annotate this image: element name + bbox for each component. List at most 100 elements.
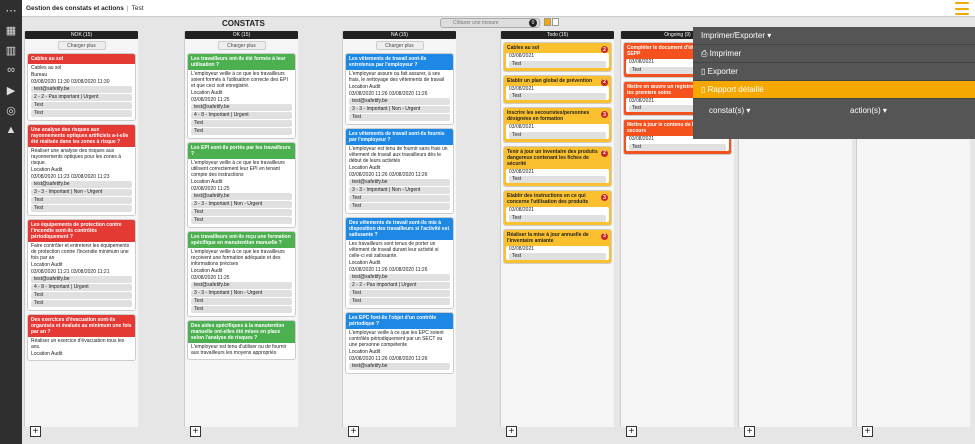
card-tag[interactable]: Test — [509, 131, 606, 139]
target-icon[interactable]: ◎ — [0, 100, 22, 120]
card-user[interactable]: test@safetify.be — [31, 181, 132, 188]
card-tag[interactable]: Test — [31, 110, 132, 117]
add-card-button[interactable]: + — [744, 426, 755, 437]
card-tag[interactable]: Test — [629, 143, 726, 151]
card-user[interactable]: test@safetify.be — [349, 98, 450, 105]
kanban-card[interactable]: Les vêtements de travail sont-ils fourni… — [345, 128, 454, 214]
menu-item-constats[interactable]: constat(s) ▾ — [693, 106, 834, 115]
card-tag[interactable]: Test — [509, 93, 606, 100]
kanban-card[interactable]: Une analyse des risques aux rayonnements… — [27, 124, 136, 216]
card-priority[interactable]: 4 - 8 - Important | Urgent — [31, 284, 132, 291]
card-priority[interactable]: 2 - 2 - Pas important | Urgent — [31, 94, 132, 101]
card-tag[interactable]: Test — [31, 292, 132, 299]
kanban-card[interactable]: Les EPI sont-ils portés par les travaill… — [187, 142, 296, 228]
file-icon: ▯ — [701, 67, 708, 76]
card-tag[interactable]: Test — [349, 203, 450, 210]
add-card-button[interactable]: + — [506, 426, 517, 437]
kanban-card[interactable]: Les équipements de protection contre l'i… — [27, 219, 136, 311]
add-card-button[interactable]: + — [190, 426, 201, 437]
card-tag[interactable]: Test — [509, 253, 606, 260]
export-label: Exporter — [707, 67, 738, 76]
column-0: NOK (15) Charger plus Cables au sol Cables … — [24, 31, 138, 427]
card-user[interactable]: test@safetify.be — [191, 104, 292, 111]
kanban-card[interactable]: Inscrire les secouristes/personnes désig… — [503, 107, 612, 143]
card-tag[interactable]: Test — [349, 290, 450, 297]
menu-item-export[interactable]: ▯ Exporter — [693, 63, 975, 81]
add-card-button[interactable]: + — [862, 426, 873, 437]
card-user[interactable]: test@safetify.be — [191, 282, 292, 289]
card-tag[interactable]: Test — [509, 60, 606, 68]
menu-item-actions[interactable]: action(s) ▾ — [834, 106, 975, 115]
card-user[interactable]: test@safetify.be — [349, 363, 450, 370]
kanban-card[interactable]: Des aides spécifiques à la manutention m… — [187, 320, 296, 360]
card-title: Inscrire les secouristes/personnes désig… — [504, 108, 611, 124]
menu-item-print[interactable]: ⎙ Imprimer — [693, 45, 975, 63]
card-priority[interactable]: 4 - 8 - Important | Urgent — [191, 112, 292, 119]
card-tag[interactable]: Test — [191, 298, 292, 305]
add-card-button[interactable]: + — [348, 426, 359, 437]
grid-view-icon[interactable] — [544, 18, 551, 26]
card-priority[interactable]: 3 - 3 - Important | Non - Urgent — [191, 290, 292, 297]
card-priority[interactable]: 3 - 3 - Important | Non - Urgent — [191, 201, 292, 208]
close-measure-button[interactable]: Clôturer une mesure 0 — [440, 18, 540, 28]
kanban-card[interactable]: Etablir un plan global de prévention 2 03/… — [503, 74, 612, 104]
kanban-card[interactable]: Cables au sol 2 03/08/2021 Test — [503, 42, 612, 72]
card-user[interactable]: test@safetify.be — [349, 179, 450, 186]
card-tag[interactable]: Test — [349, 114, 450, 121]
card-priority[interactable]: 3 - 3 - Important | Non - Urgent — [31, 189, 132, 196]
card-tag[interactable]: Test — [349, 298, 450, 305]
card-dates: 03/08/2021 — [509, 53, 535, 59]
add-card-button[interactable]: + — [626, 426, 637, 437]
list-view-icon[interactable] — [552, 18, 559, 26]
card-tag[interactable]: Test — [509, 176, 606, 183]
card-tag[interactable]: Test — [31, 300, 132, 307]
kanban-card[interactable]: Réaliser la mise à jour annuelle de l'in… — [503, 228, 612, 264]
binoculars-icon[interactable]: ∞ — [0, 60, 22, 80]
kanban-card[interactable]: Les travailleurs ont-ils reçu une format… — [187, 231, 296, 317]
load-more-button[interactable]: Charger plus — [217, 41, 266, 50]
card-tag[interactable]: Test — [349, 195, 450, 202]
card-tag[interactable]: Test — [191, 209, 292, 216]
building-icon[interactable]: ▦ — [0, 20, 22, 40]
card-priority[interactable]: 3 - 3 - Important | Non - Urgent — [349, 187, 450, 194]
add-card-button[interactable]: + — [30, 426, 41, 437]
card-tag[interactable]: Test — [191, 128, 292, 135]
card-description: L'employeur assure ou fait assurer, à se… — [349, 71, 445, 83]
load-more-button[interactable]: Charger plus — [375, 41, 424, 50]
card-tag[interactable]: Test — [31, 197, 132, 204]
card-user[interactable]: test@safetify.be — [349, 274, 450, 281]
kanban-card[interactable]: Des exercices d'évacuation sont-ils orga… — [27, 314, 136, 361]
kanban-card[interactable]: Des vêtements de travail sont-ils mis à … — [345, 217, 454, 309]
card-tag[interactable]: Test — [191, 306, 292, 313]
kanban-card[interactable]: Les EPC font-ils l'objet d'un contrôle p… — [345, 312, 454, 374]
kanban-card[interactable]: Les vêtements de travail sont-ils entret… — [345, 53, 454, 125]
kanban-card[interactable]: Tenir à jour un inventaire des produits … — [503, 145, 612, 187]
kanban-card[interactable]: Les travailleurs ont-ils été formés à le… — [187, 53, 296, 139]
card-tag[interactable]: Test — [31, 205, 132, 212]
card-user[interactable]: test@safetify.be — [31, 276, 132, 283]
card-title: Une analyse des risques aux rayonnements… — [28, 125, 135, 147]
card-dates: 03/08/2021 — [509, 245, 535, 252]
menu-item-print-export[interactable]: Imprimer/Exporter ▾ — [693, 27, 975, 45]
card-tag[interactable]: Test — [31, 102, 132, 109]
kanban-card[interactable]: Etablir des instructions en ce qui conce… — [503, 190, 612, 226]
card-description: Réaliser une analyse des risques aux ray… — [31, 148, 122, 166]
card-priority[interactable]: 2 - 2 - Pas important | Urgent — [349, 282, 450, 289]
card-tag[interactable]: Test — [191, 120, 292, 127]
card-tag[interactable]: Test — [191, 217, 292, 224]
card-priority[interactable]: 3 - 3 - Important | Non - Urgent — [349, 106, 450, 113]
card-user[interactable]: test@safetify.be — [31, 86, 132, 93]
menu-item-detailed-report[interactable]: ▯ Rapport détaillé — [693, 81, 975, 99]
apps-icon[interactable]: ⋯ — [0, 0, 22, 20]
load-more-button[interactable]: Charger plus — [57, 41, 106, 50]
card-user[interactable]: test@safetify.be — [191, 193, 292, 200]
kanban-card[interactable]: Cables au sol Cables au sol Bureau 03/08/20… — [27, 53, 136, 121]
card-tag[interactable]: Test — [509, 214, 606, 222]
graduation-icon[interactable]: ▲ — [0, 120, 22, 140]
view-toggle[interactable] — [544, 18, 559, 26]
chart-icon[interactable]: ▥ — [0, 40, 22, 60]
play-icon[interactable]: ▶ — [0, 80, 22, 100]
page-title: Gestion des constats et actions — [26, 4, 124, 12]
card-body: Faire contrôler et entretenir les équipe… — [28, 242, 135, 307]
hamburger-menu-icon[interactable] — [955, 2, 969, 15]
